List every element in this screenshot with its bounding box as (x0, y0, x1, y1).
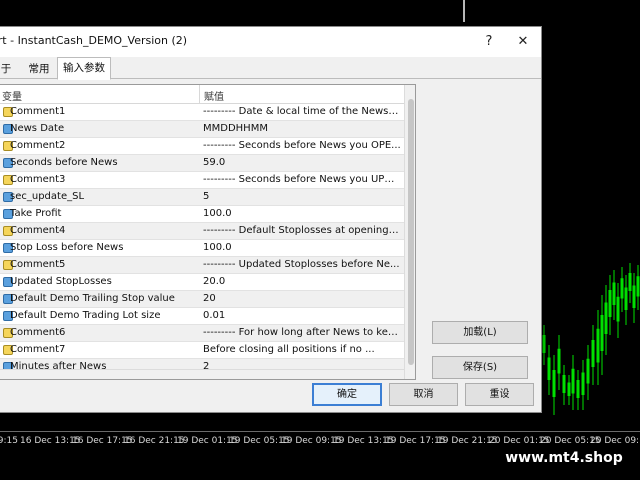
candle-body (591, 340, 595, 367)
param-name: Comment1 (10, 106, 66, 117)
load-button[interactable]: 加载(L) (432, 321, 528, 344)
param-row[interactable]: Comment5 --------- Updated Stoplosses bef… (0, 257, 404, 274)
param-value[interactable]: MMDDHHMM (203, 123, 268, 134)
param-value[interactable]: 20.0 (203, 276, 225, 287)
param-value[interactable]: 0.01 (203, 310, 225, 321)
param-row[interactable]: Default Demo Trailing Stop value 20 (0, 291, 404, 308)
watermark: www.mt4.shop (497, 445, 631, 471)
header-variable[interactable]: 变量 (2, 88, 22, 103)
candle-body (612, 282, 616, 305)
param-name: Comment2 (10, 140, 66, 151)
dialog-title: ert - InstantCash_DEMO_Version (2) (0, 34, 188, 47)
tab-about[interactable]: 于 (0, 59, 17, 79)
candle-body (586, 358, 590, 384)
time-label: 16 Dec 21:15 (124, 436, 185, 446)
param-name: News Date (10, 123, 65, 134)
candle-body (581, 372, 585, 395)
inputs-grid: 变量 赋值 Comment1 --------- Date & local tim… (0, 84, 416, 380)
candle-body (552, 370, 556, 397)
param-value[interactable]: 20 (203, 293, 216, 304)
param-row[interactable]: Take Profit 100.0 (0, 206, 404, 223)
param-row[interactable]: Comment2 --------- Seconds before News yo… (0, 138, 404, 155)
tab-inputs[interactable]: 输入参数 (57, 57, 111, 80)
price-candles (542, 263, 640, 415)
param-value[interactable]: --------- Seconds before News you UPD... (203, 174, 401, 185)
param-name: Seconds before News (10, 157, 118, 168)
candle-body (571, 368, 575, 394)
param-value[interactable]: 100.0 (203, 242, 232, 253)
param-name: Default Demo Trading Lot size (10, 310, 161, 321)
tab-bar: 于 常用 输入参数 (0, 57, 541, 80)
chart-separator-top (463, 0, 465, 22)
param-name: Comment6 (10, 327, 66, 338)
param-value[interactable]: --------- Date & local time of the News … (203, 106, 401, 117)
candle-body (567, 382, 571, 396)
param-value[interactable]: Before closing all positions if no ... (203, 344, 375, 355)
param-row[interactable]: sec_update_SL 5 (0, 189, 404, 206)
close-button[interactable]: ✕ (509, 30, 537, 54)
param-row[interactable]: Stop Loss before News 100.0 (0, 240, 404, 257)
tab-common[interactable]: 常用 (21, 59, 57, 79)
param-value[interactable]: 5 (203, 191, 209, 202)
param-name: Updated StopLosses (10, 276, 112, 287)
param-row[interactable]: Comment6 --------- For how long after New… (0, 325, 404, 342)
candle-body (576, 380, 580, 398)
candle-body (562, 375, 566, 393)
param-row[interactable]: Comment4 --------- Default Stoplosses at … (0, 223, 404, 240)
param-value[interactable]: 100.0 (203, 208, 232, 219)
time-label: 09:15 (0, 436, 18, 446)
candle-body (624, 287, 628, 310)
screen: { "dialog": { "title": "ert - InstantCas… (0, 0, 640, 480)
param-name: Default Demo Trailing Stop value (10, 293, 175, 304)
ea-properties-dialog: ert - InstantCash_DEMO_Version (2) ? ✕ 于… (0, 26, 542, 413)
param-name: Comment7 (10, 344, 66, 355)
reset-button[interactable]: 重设 (465, 383, 534, 406)
param-name: Comment3 (10, 174, 66, 185)
vertical-scrollbar[interactable] (404, 85, 415, 379)
candle-body (616, 296, 620, 322)
save-button[interactable]: 保存(S) (432, 356, 528, 379)
grid-header: 变量 赋值 (0, 85, 404, 104)
param-row[interactable]: News Date MMDDHHMM (0, 121, 404, 138)
candle-body (608, 290, 612, 317)
param-row[interactable]: Comment7 Before closing all positions if … (0, 342, 404, 359)
param-row[interactable]: Comment3 --------- Seconds before News yo… (0, 172, 404, 189)
candle-body (542, 335, 546, 353)
candle-body (632, 285, 636, 308)
candle-body (596, 328, 600, 363)
param-row[interactable]: Seconds before News 59.0 (0, 155, 404, 172)
param-row[interactable]: Updated StopLosses 20.0 (0, 274, 404, 291)
grid-rows: Comment1 --------- Date & local time of t… (0, 104, 404, 376)
ok-button[interactable]: 确定 (312, 383, 382, 406)
header-value[interactable]: 赋值 (204, 88, 224, 103)
param-name: Stop Loss before News (10, 242, 124, 253)
param-value[interactable]: --------- Default Stoplosses at opening … (203, 225, 401, 236)
candle-body (620, 278, 624, 299)
candle-body (604, 302, 608, 334)
candle-body (557, 348, 561, 374)
scrollbar-thumb[interactable] (408, 99, 414, 365)
param-value[interactable]: --------- Updated Stoplosses before Ne..… (203, 259, 400, 270)
help-button[interactable]: ? (475, 30, 503, 54)
cancel-button[interactable]: 取消 (389, 383, 458, 406)
param-value[interactable]: --------- Seconds before News you OPE... (203, 140, 401, 151)
param-name: Comment4 (10, 225, 66, 236)
candle-body (636, 276, 640, 297)
param-name: sec_update_SL (10, 191, 85, 202)
candle-body (628, 273, 632, 291)
candle-body (547, 357, 551, 380)
titlebar[interactable]: ert - InstantCash_DEMO_Version (2) ? ✕ (0, 27, 541, 57)
param-value[interactable]: 59.0 (203, 157, 225, 168)
param-name: Comment5 (10, 259, 66, 270)
param-name: Take Profit (10, 208, 62, 219)
param-value[interactable]: --------- For how long after News to kee… (203, 327, 401, 338)
param-row[interactable]: Default Demo Trading Lot size 0.01 (0, 308, 404, 325)
param-row[interactable]: Comment1 --------- Date & local time of t… (0, 104, 404, 121)
candle-body (600, 315, 604, 351)
horizontal-scrollbar[interactable] (0, 369, 404, 379)
